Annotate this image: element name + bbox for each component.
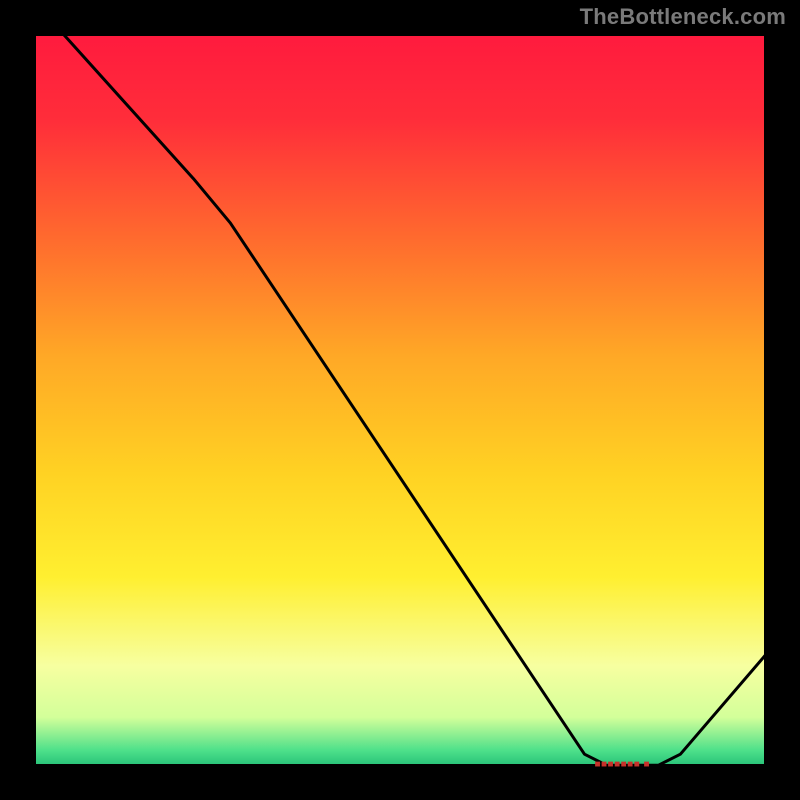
optimal-range-marker-label: ■■■■■■■ ■	[594, 759, 650, 770]
chart-svg	[0, 0, 800, 800]
chart-stage: TheBottleneck.com ■■■■■■■ ■	[0, 0, 800, 800]
plot-background	[31, 31, 769, 769]
watermark-text: TheBottleneck.com	[580, 4, 786, 30]
